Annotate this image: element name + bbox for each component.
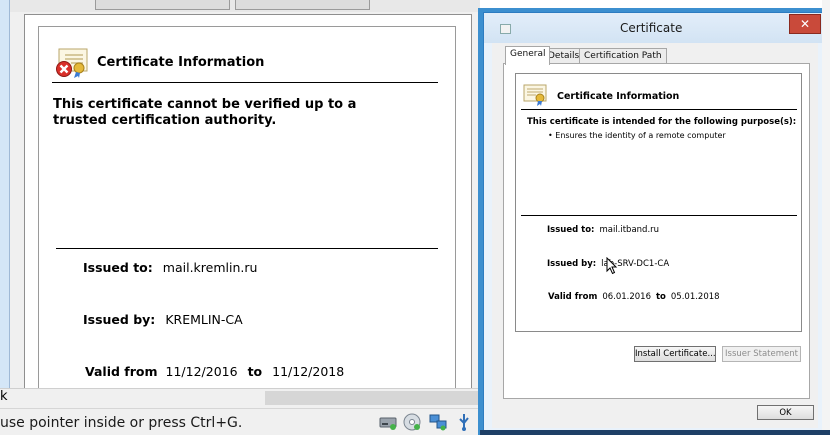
divider (521, 215, 797, 216)
scrollbar-thumb[interactable] (265, 391, 479, 405)
valid-from-value: 11/12/2016 (165, 364, 238, 379)
divider (52, 82, 438, 83)
valid-to-label: to (655, 292, 666, 302)
certificate-info-title: Certificate Information (557, 91, 680, 102)
scroll-glyph: k (0, 389, 8, 404)
valid-from-label: Valid from (548, 292, 598, 302)
valid-to-value: 05.01.2018 (670, 292, 720, 302)
purpose-text: Ensures the identity of a remote compute… (555, 131, 726, 140)
dialog-title: Certificate (620, 21, 683, 35)
mouse-cursor-icon (606, 257, 618, 275)
install-certificate-button[interactable]: Install Certificate... (634, 346, 716, 362)
taskbar-edge (480, 430, 830, 435)
purpose-list-item: • Ensures the identity of a remote compu… (548, 131, 726, 140)
usb-icon[interactable] (454, 412, 474, 432)
valid-to-label: to (247, 364, 263, 379)
tab-certification-path[interactable]: Certification Path (579, 48, 667, 64)
divider (521, 109, 797, 110)
valid-from-value: 06.01.2016 (602, 292, 651, 302)
zoomed-warning-text: This certificate cannot be verified up t… (53, 97, 357, 128)
issued-to-row: Issued to: mail.itband.ru (547, 225, 659, 235)
zoomed-validity-row: Valid from 11/12/2016 to 11/12/2018 (85, 364, 344, 379)
left-window-edge (0, 0, 10, 390)
zoomed-issued-by-row: Issued by: KREMLIN-CA (83, 312, 243, 327)
zoomed-tab (95, 0, 230, 10)
issued-by-label: Issued by: (547, 259, 597, 269)
zoomed-issued-to-row: Issued to: mail.kremlin.ru (83, 260, 257, 275)
zoomed-tab (235, 0, 370, 10)
issued-by-value: KREMLIN-CA (165, 312, 243, 327)
window-menu-icon[interactable] (500, 24, 511, 34)
issued-to-value: mail.kremlin.ru (162, 260, 258, 275)
tab-general[interactable]: General (505, 46, 551, 65)
valid-from-label: Valid from (85, 364, 158, 379)
purpose-heading: This certificate is intended for the fol… (527, 117, 797, 127)
ok-button[interactable]: OK (757, 405, 814, 420)
issued-to-label: Issued to: (547, 225, 595, 235)
valid-to-value: 11/12/2018 (272, 364, 345, 379)
zoomed-info-title: Certificate Information (97, 55, 265, 70)
close-button[interactable]: ✕ (789, 14, 821, 34)
issuer-statement-button[interactable]: Issuer Statement (722, 346, 801, 362)
divider (56, 248, 438, 249)
certificate-icon (523, 84, 547, 106)
certificate-error-icon (56, 48, 88, 78)
background-window-edge (822, 0, 830, 435)
validity-row: Valid from 06.01.2016 to 05.01.2018 (548, 292, 720, 302)
issued-to-label: Issued to: (83, 260, 153, 275)
issued-by-label: Issued by: (83, 312, 156, 327)
network-icon[interactable] (428, 412, 448, 432)
issued-to-value: mail.itband.ru (599, 225, 660, 235)
cd-drive-icon[interactable] (402, 412, 422, 432)
status-hint-text: use pointer inside or press Ctrl+G. (0, 415, 243, 431)
hard-drive-icon[interactable] (378, 412, 398, 432)
